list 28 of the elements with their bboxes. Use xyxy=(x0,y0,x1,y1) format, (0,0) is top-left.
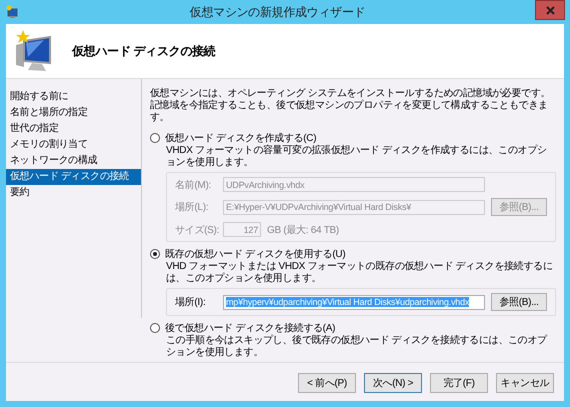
sidebar-item[interactable]: 仮想ハード ディスクの接続 xyxy=(6,169,141,185)
window-title: 仮想マシンの新規作成ウィザード xyxy=(188,4,366,20)
radio-option[interactable]: 既存の仮想ハード ディスクを使用する(U) xyxy=(150,246,556,261)
field-label: 名前(M): xyxy=(175,178,212,192)
wizard-button[interactable]: キャンセル xyxy=(496,373,554,393)
browse-button[interactable]: 参照(B)... xyxy=(491,293,547,311)
wizard-button[interactable]: < 前へ(P) xyxy=(298,373,356,393)
sidebar-item[interactable]: 名前と場所の指定 xyxy=(6,105,141,121)
option-description: VHDX フォーマットの容量可変の拡張仮想ハード ディスクを作成するには、このオプションを使用します。 xyxy=(166,145,548,169)
radio-option[interactable]: 後で仮想ハード ディスクを接続する(A) xyxy=(150,320,556,335)
sidebar-item[interactable]: 世代の指定 xyxy=(6,121,141,137)
wizard-button[interactable]: 次へ(N) > xyxy=(364,373,422,393)
close-icon xyxy=(546,6,554,14)
wizard-button[interactable]: 完了(F) xyxy=(430,373,488,393)
unit-label: GB (最大: 64 TB) xyxy=(267,224,339,236)
sidebar-item[interactable]: ネットワークの構成 xyxy=(6,153,141,169)
app-icon xyxy=(6,5,20,19)
field-label: 場所(I): xyxy=(175,296,206,309)
sidebar-item[interactable]: メモリの割り当て xyxy=(6,137,141,153)
intro-text: 仮想マシンには、オペレーティング システムをインストールするための記憶域が必要です。記憶域を今指定することも、後で仮想マシンのプロパティを変更して構成することもできます。 xyxy=(150,88,552,124)
sidebar-item[interactable]: 要約 xyxy=(6,185,141,201)
option-description: この手順を今はスキップし、後で既存の仮想ハード ディスクを接続するには、このオプションを使用します。 xyxy=(166,335,548,359)
page-heading: 仮想ハード ディスクの接続 xyxy=(72,42,216,60)
close-button[interactable] xyxy=(535,0,565,20)
option-description: VHD フォーマットまたは VHDX フォーマットの既存の仮想ハード ディスクを接続するには、このオプションを使用します。 xyxy=(166,261,554,285)
field-label: サイズ(S): xyxy=(175,224,217,236)
field-label: 場所(L): xyxy=(175,200,210,214)
sidebar-item[interactable]: 開始する前に xyxy=(6,89,141,105)
